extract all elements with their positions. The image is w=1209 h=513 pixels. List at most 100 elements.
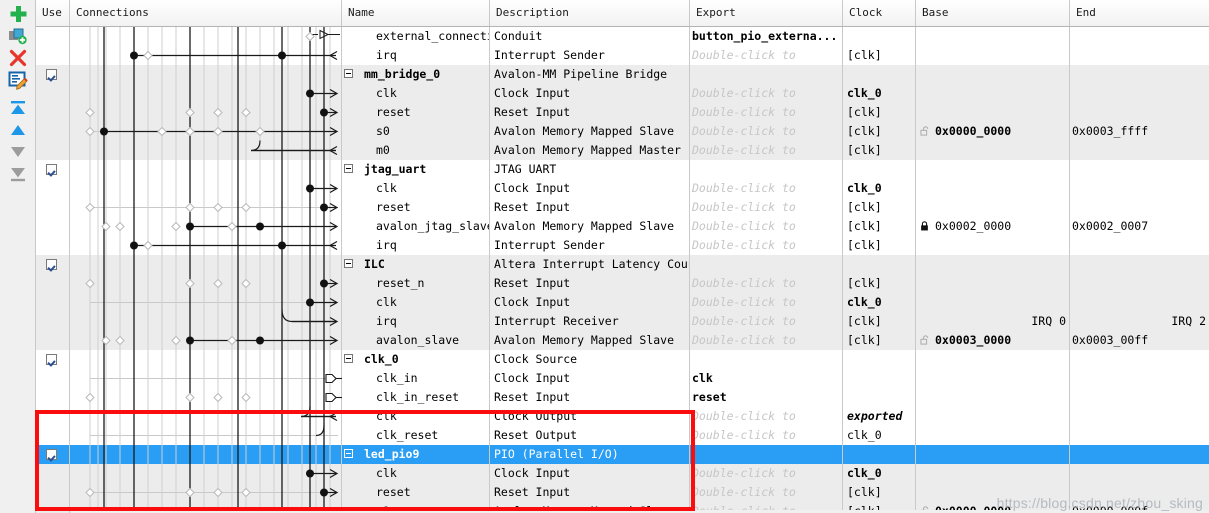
- base-address-cell[interactable]: [916, 407, 1070, 426]
- connection-diagram[interactable]: [70, 27, 342, 513]
- end-address-cell[interactable]: 0x0003_00ff: [1070, 331, 1209, 350]
- end-address-cell[interactable]: [1070, 236, 1209, 255]
- interface-name-cell[interactable]: reset: [342, 198, 490, 217]
- use-checkbox[interactable]: [46, 69, 57, 80]
- export-cell[interactable]: Double-click to: [690, 122, 843, 141]
- clock-cell[interactable]: exported: [843, 407, 916, 426]
- interface-name-cell[interactable]: clk: [342, 464, 490, 483]
- base-address-cell[interactable]: 0x0002_0000: [916, 217, 1070, 236]
- end-address-cell[interactable]: [1070, 407, 1209, 426]
- clock-cell[interactable]: [843, 65, 916, 84]
- clock-cell[interactable]: clk_0: [843, 426, 916, 445]
- interface-name-cell[interactable]: irq: [342, 46, 490, 65]
- interface-name-cell[interactable]: reset: [342, 483, 490, 502]
- base-address-cell[interactable]: [916, 426, 1070, 445]
- interface-name-cell[interactable]: clk_in_reset: [342, 388, 490, 407]
- component-name-cell[interactable]: clk_0: [342, 350, 490, 369]
- clock-cell[interactable]: [clk]: [843, 331, 916, 350]
- end-address-cell[interactable]: [1070, 65, 1209, 84]
- export-cell[interactable]: clk: [690, 369, 843, 388]
- column-header-end[interactable]: End: [1070, 0, 1209, 26]
- component-name-cell[interactable]: led_pio9: [342, 445, 490, 464]
- clock-cell[interactable]: [clk]: [843, 198, 916, 217]
- export-cell[interactable]: Double-click to: [690, 46, 843, 65]
- use-checkbox[interactable]: [46, 449, 57, 460]
- clock-cell[interactable]: clk_0: [843, 464, 916, 483]
- move-to-top-button[interactable]: [4, 97, 32, 119]
- clock-cell[interactable]: [clk]: [843, 217, 916, 236]
- lock-closed-icon[interactable]: [920, 221, 929, 231]
- export-cell[interactable]: [690, 65, 843, 84]
- end-address-cell[interactable]: [1070, 160, 1209, 179]
- export-cell[interactable]: Double-click to: [690, 407, 843, 426]
- end-address-cell[interactable]: [1070, 84, 1209, 103]
- base-address-cell[interactable]: IRQ 0: [916, 312, 1070, 331]
- end-address-cell[interactable]: [1070, 369, 1209, 388]
- end-address-cell[interactable]: [1070, 46, 1209, 65]
- component-name-cell[interactable]: mm_bridge_0: [342, 65, 490, 84]
- column-header-description[interactable]: Description: [490, 0, 690, 26]
- export-cell[interactable]: Double-click to: [690, 217, 843, 236]
- interface-name-cell[interactable]: irq: [342, 312, 490, 331]
- base-address-cell[interactable]: [916, 179, 1070, 198]
- base-address-cell[interactable]: [916, 445, 1070, 464]
- interface-name-cell[interactable]: irq: [342, 236, 490, 255]
- end-address-cell[interactable]: [1070, 426, 1209, 445]
- clock-cell[interactable]: [843, 27, 916, 46]
- base-address-cell[interactable]: [916, 369, 1070, 388]
- export-cell[interactable]: Double-click to: [690, 103, 843, 122]
- clock-cell[interactable]: [843, 388, 916, 407]
- export-cell[interactable]: Double-click to: [690, 483, 843, 502]
- clock-cell[interactable]: [843, 350, 916, 369]
- duplicate-component-button[interactable]: [4, 25, 32, 47]
- clock-cell[interactable]: [clk]: [843, 483, 916, 502]
- export-cell[interactable]: Double-click to: [690, 312, 843, 331]
- end-address-cell[interactable]: [1070, 179, 1209, 198]
- component-name-cell[interactable]: ILC: [342, 255, 490, 274]
- interface-name-cell[interactable]: clk: [342, 84, 490, 103]
- base-address-cell[interactable]: [916, 274, 1070, 293]
- interface-name-cell[interactable]: external_connection: [342, 27, 490, 46]
- move-down-button[interactable]: [4, 141, 32, 163]
- remove-component-button[interactable]: [4, 47, 32, 69]
- use-checkbox[interactable]: [46, 164, 57, 175]
- export-cell[interactable]: [690, 255, 843, 274]
- column-header-base[interactable]: Base: [916, 0, 1070, 26]
- use-checkbox[interactable]: [46, 354, 57, 365]
- end-address-cell[interactable]: [1070, 103, 1209, 122]
- clock-cell[interactable]: clk_0: [843, 293, 916, 312]
- base-address-cell[interactable]: [916, 236, 1070, 255]
- base-address-cell[interactable]: 0x0003_0000: [916, 331, 1070, 350]
- column-header-export[interactable]: Export: [690, 0, 843, 26]
- edit-component-button[interactable]: [4, 69, 32, 91]
- interface-name-cell[interactable]: clk_in: [342, 369, 490, 388]
- clock-cell[interactable]: [clk]: [843, 103, 916, 122]
- export-cell[interactable]: Double-click to: [690, 274, 843, 293]
- column-header-clock[interactable]: Clock: [843, 0, 916, 26]
- export-cell[interactable]: [690, 160, 843, 179]
- end-address-cell[interactable]: [1070, 483, 1209, 502]
- end-address-cell[interactable]: [1070, 464, 1209, 483]
- base-address-cell[interactable]: [916, 255, 1070, 274]
- component-name-cell[interactable]: jtag_uart: [342, 160, 490, 179]
- export-cell[interactable]: reset: [690, 388, 843, 407]
- base-address-cell[interactable]: [916, 483, 1070, 502]
- base-address-cell[interactable]: [916, 388, 1070, 407]
- end-address-cell[interactable]: [1070, 293, 1209, 312]
- end-address-cell[interactable]: IRQ 2: [1070, 312, 1209, 331]
- end-address-cell[interactable]: 0x0003_ffff: [1070, 122, 1209, 141]
- base-address-cell[interactable]: [916, 141, 1070, 160]
- clock-cell[interactable]: [clk]: [843, 312, 916, 331]
- export-cell[interactable]: Double-click to: [690, 141, 843, 160]
- export-cell[interactable]: Double-click to: [690, 293, 843, 312]
- interface-name-cell[interactable]: avalon_jtag_slave: [342, 217, 490, 236]
- clock-cell[interactable]: [843, 369, 916, 388]
- end-address-cell[interactable]: [1070, 27, 1209, 46]
- column-header-use[interactable]: Use: [36, 0, 70, 26]
- clock-cell[interactable]: [clk]: [843, 46, 916, 65]
- interface-name-cell[interactable]: reset: [342, 103, 490, 122]
- clock-cell[interactable]: [clk]: [843, 122, 916, 141]
- move-up-button[interactable]: [4, 119, 32, 141]
- end-address-cell[interactable]: 0x0002_0007: [1070, 217, 1209, 236]
- end-address-cell[interactable]: [1070, 141, 1209, 160]
